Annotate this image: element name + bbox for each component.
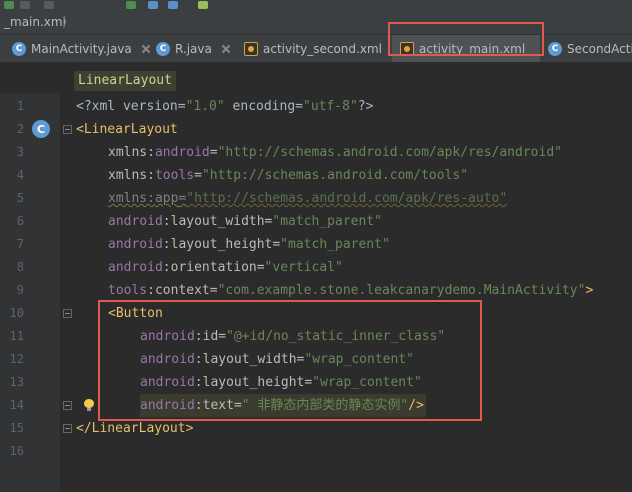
tag-breadcrumb[interactable]: LinearLayout — [74, 71, 176, 91]
tag-breadcrumb-bar: LinearLayout — [0, 63, 632, 93]
line-number: 7 — [16, 237, 24, 251]
code-line-7: 7 android:layout_height="match_parent" — [0, 233, 632, 256]
line-number: 12 — [9, 352, 24, 366]
code-line-8: 8 android:orientation="vertical" — [0, 256, 632, 279]
close-icon[interactable] — [141, 43, 151, 55]
class-c-icon: C — [548, 41, 562, 56]
line-number: 3 — [16, 145, 24, 159]
line-number: 10 — [9, 306, 24, 320]
line-number: 6 — [16, 214, 24, 228]
line-number: 9 — [16, 283, 24, 297]
stop-icon[interactable] — [44, 1, 54, 9]
code-line-5: 5 xmlns:app="http://schemas.android.com/… — [0, 187, 632, 210]
line-number: 15 — [9, 421, 24, 435]
sdk-manager-icon[interactable] — [168, 1, 178, 9]
fold-icon[interactable] — [63, 125, 72, 134]
class-c-icon: C — [12, 41, 26, 56]
code-line-16: 16 — [0, 440, 632, 463]
tab-r-java[interactable]: C R.java — [156, 35, 231, 62]
class-c-icon[interactable]: C — [32, 120, 50, 138]
fold-icon[interactable] — [63, 401, 72, 410]
code-line-6: 6 android:layout_width="match_parent" — [0, 210, 632, 233]
tab-label: MainActivity.java — [31, 41, 132, 56]
tab-main-activity-java[interactable]: C MainActivity.java — [12, 35, 151, 62]
tab-label: R.java — [175, 41, 212, 56]
lightbulb-icon[interactable] — [84, 399, 94, 411]
line-number: 2 — [16, 122, 24, 136]
close-icon[interactable] — [221, 43, 231, 55]
line-number: 8 — [16, 260, 24, 274]
breadcrumb-separator: ⟩ — [62, 14, 68, 30]
android-icon[interactable] — [198, 1, 208, 9]
run-icon[interactable] — [4, 1, 14, 9]
fold-icon[interactable] — [63, 309, 72, 318]
structure-icon[interactable] — [148, 1, 158, 9]
code-line-4: 4 xmlns:tools="http://schemas.android.co… — [0, 164, 632, 187]
breadcrumb-file[interactable]: _main.xml — [4, 15, 66, 29]
line-number: 11 — [9, 329, 24, 343]
xml-layout-icon — [244, 41, 258, 56]
annotation-box-button-element — [98, 300, 482, 421]
tab-label: activity_second.xml — [263, 41, 382, 56]
sync-icon[interactable] — [126, 1, 136, 9]
code-line-9: 9 tools:context="com.example.stone.leakc… — [0, 279, 632, 302]
editor-tab-bar: C MainActivity.java C R.java activity_se… — [0, 22, 632, 63]
code-editor[interactable]: 1 <?xml version="1.0" encoding="utf-8"?>… — [0, 93, 632, 492]
line-number: 4 — [16, 168, 24, 182]
line-number: 5 — [16, 191, 24, 205]
class-c-icon: C — [156, 41, 170, 56]
line-number: 13 — [9, 375, 24, 389]
tab-activity-second-xml[interactable]: activity_second.xml — [244, 35, 401, 62]
line-number: 14 — [9, 398, 24, 412]
tab-second-activity[interactable]: C SecondActiv — [548, 35, 632, 62]
debug-icon[interactable] — [20, 1, 30, 9]
line-number: 1 — [16, 99, 24, 113]
fold-icon[interactable] — [63, 424, 72, 433]
code-line-2: 2 C <LinearLayout — [0, 118, 632, 141]
tab-label: SecondActiv — [567, 41, 632, 56]
code-line-3: 3 xmlns:android="http://schemas.android.… — [0, 141, 632, 164]
line-number: 16 — [9, 444, 24, 458]
toolbar — [0, 0, 632, 12]
annotation-box-tab — [388, 22, 544, 56]
code-line-1: 1 <?xml version="1.0" encoding="utf-8"?> — [0, 95, 632, 118]
